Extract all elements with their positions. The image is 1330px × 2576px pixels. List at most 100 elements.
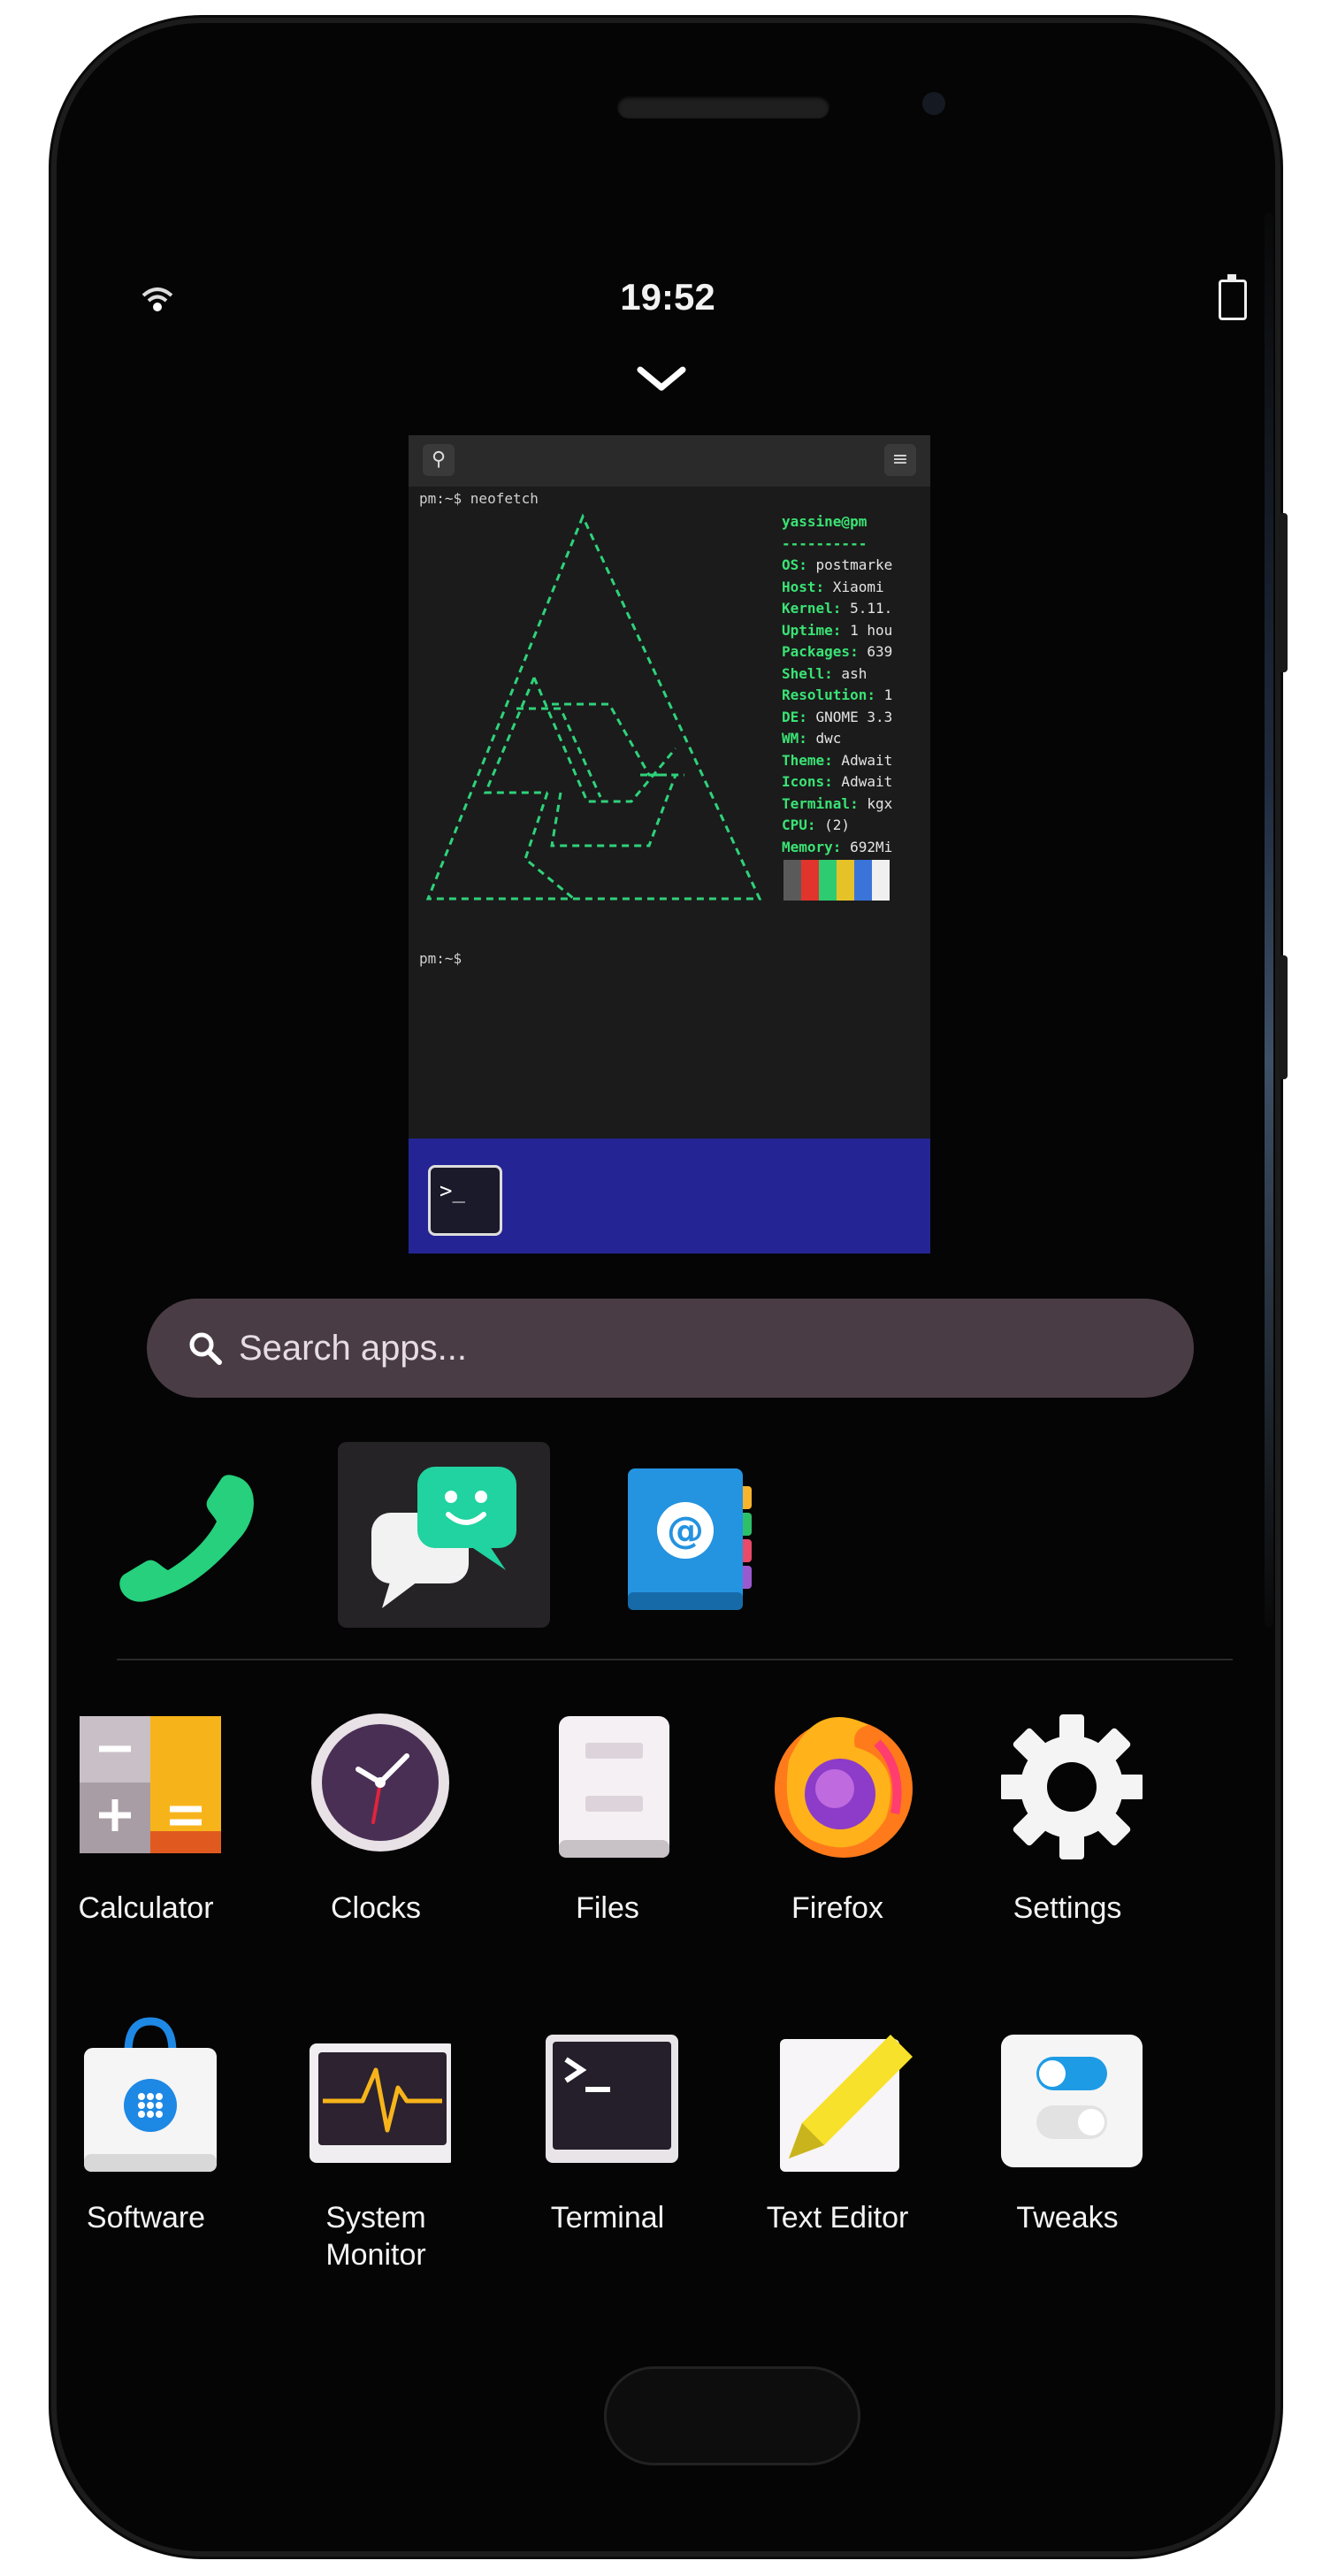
svg-text:@: @	[667, 1508, 704, 1552]
palette-swatch	[837, 860, 854, 901]
search-icon	[189, 1332, 222, 1365]
front-camera	[922, 92, 945, 115]
palette-swatch	[854, 860, 872, 901]
clock-icon	[311, 1714, 449, 1852]
terminal-icon	[546, 2035, 678, 2163]
info-key: WM:	[782, 730, 807, 747]
gear-icon	[1001, 1714, 1143, 1859]
info-value: 5.11.	[841, 600, 893, 617]
info-line: Resolution: 1	[782, 685, 923, 707]
info-value: 692Mi	[841, 838, 893, 855]
app-label: Clocks	[330, 1891, 422, 1925]
app-settings[interactable]: Settings	[966, 1707, 1169, 1973]
info-value: (2)	[815, 816, 851, 833]
favorite-contacts[interactable]: @	[601, 1442, 814, 1628]
phone-icon	[119, 1475, 254, 1602]
color-palette	[783, 860, 890, 901]
home-button[interactable]	[604, 2366, 860, 2465]
search-icon[interactable]: ⚲	[423, 444, 455, 476]
info-key: Resolution:	[782, 686, 875, 703]
info-value: dwc	[806, 730, 842, 747]
info-key: DE:	[782, 708, 807, 725]
prompt-line: pm:~$	[419, 950, 462, 967]
info-line: Host: Xiaomi	[782, 577, 923, 599]
app-label: System Monitor	[325, 2201, 426, 2272]
info-value: Adwait	[832, 773, 893, 790]
info-header: ----------	[782, 534, 868, 552]
screen: 19:52 ⚲ ≡ pm:~$ neofetch yassine@pm ----…	[78, 230, 1247, 2335]
info-line: Shell: ash	[782, 663, 923, 686]
info-line: ----------	[782, 533, 923, 556]
app-system-monitor[interactable]: System Monitor	[274, 2017, 478, 2282]
info-line: OS: postmarke	[782, 555, 923, 577]
app-label: Files	[576, 1891, 639, 1925]
app-firefox[interactable]: Firefox	[736, 1707, 939, 1973]
software-icon	[84, 2017, 217, 2172]
firefox-icon	[775, 1717, 913, 1858]
info-line: DE: GNOME 3.3	[782, 707, 923, 729]
chevron-down-icon[interactable]	[635, 363, 688, 395]
app-label: Software	[86, 2201, 206, 2235]
info-key: Kernel:	[782, 600, 842, 617]
info-key: Uptime:	[782, 621, 842, 639]
chat-icon	[371, 1467, 516, 1608]
battery-icon	[1219, 274, 1247, 320]
info-line: WM: dwc	[782, 728, 923, 750]
terminal-icon[interactable]: >_	[428, 1165, 502, 1236]
palette-swatch	[801, 860, 819, 901]
info-key: Memory:	[782, 838, 842, 855]
info-key: Packages:	[782, 643, 859, 660]
palette-swatch	[819, 860, 837, 901]
app-calculator[interactable]: Calculator	[44, 1707, 248, 1973]
window-dock: >_	[409, 1138, 930, 1254]
app-label: Text Editor	[766, 2201, 909, 2235]
app-label: Calculator	[78, 1891, 214, 1925]
info-key: Icons:	[782, 773, 833, 790]
calculator-icon	[80, 1716, 221, 1853]
terminal-output: pm:~$ neofetch yassine@pm ---------- OS: p…	[419, 490, 920, 1138]
power-button	[1279, 955, 1288, 1079]
screen-edge	[1265, 212, 1273, 1628]
app-text-editor[interactable]: Text Editor	[736, 2017, 939, 2282]
info-line: Terminal: kgx	[782, 794, 923, 816]
earpiece	[617, 96, 829, 119]
system-info: yassine@pm ---------- OS: postmarke Host: X…	[782, 511, 923, 858]
favorite-phone[interactable]	[62, 1442, 274, 1628]
info-header: yassine@pm	[782, 513, 868, 530]
app-files[interactable]: Files	[506, 1707, 709, 1973]
files-icon	[559, 1716, 669, 1858]
info-value: ash	[832, 664, 868, 682]
app-label: Tweaks	[1016, 2201, 1119, 2235]
info-line: Uptime: 1 hou	[782, 620, 923, 642]
info-value: 1	[875, 686, 893, 703]
search-apps-bar[interactable]: Search apps...	[147, 1299, 1194, 1398]
info-key: Host:	[782, 578, 825, 595]
info-value: Adwait	[832, 751, 893, 769]
system-monitor-icon	[310, 2043, 451, 2163]
info-key: Theme:	[782, 751, 833, 769]
favorites-separator	[117, 1659, 1233, 1660]
search-input[interactable]: Search apps...	[239, 1329, 467, 1368]
info-value: 1 hou	[841, 621, 893, 639]
app-clocks[interactable]: Clocks	[274, 1707, 478, 1973]
info-line: Icons: Adwait	[782, 771, 923, 794]
favorite-chats[interactable]	[338, 1442, 550, 1628]
info-value: GNOME 3.3	[806, 708, 893, 725]
terminal-window-preview[interactable]: ⚲ ≡ pm:~$ neofetch yassine@pm ---------- O…	[409, 435, 930, 1254]
status-bar: 19:52	[97, 265, 1247, 320]
app-software[interactable]: Software	[44, 2017, 248, 2282]
info-value: kgx	[858, 794, 893, 812]
tweaks-icon	[1001, 2035, 1143, 2167]
info-value: Xiaomi	[824, 578, 884, 595]
app-tweaks[interactable]: Tweaks	[966, 2017, 1169, 2282]
info-line: yassine@pm	[782, 511, 923, 533]
app-label: Terminal	[550, 2201, 665, 2235]
info-value: 639	[858, 643, 893, 660]
command-line: pm:~$ neofetch	[419, 490, 539, 507]
palette-swatch	[872, 860, 890, 901]
text-editor-icon	[780, 2035, 913, 2172]
app-terminal[interactable]: Terminal	[506, 2017, 709, 2282]
menu-icon[interactable]: ≡	[884, 444, 916, 476]
postmarketos-logo-ascii	[425, 513, 762, 901]
info-key: Shell:	[782, 664, 833, 682]
